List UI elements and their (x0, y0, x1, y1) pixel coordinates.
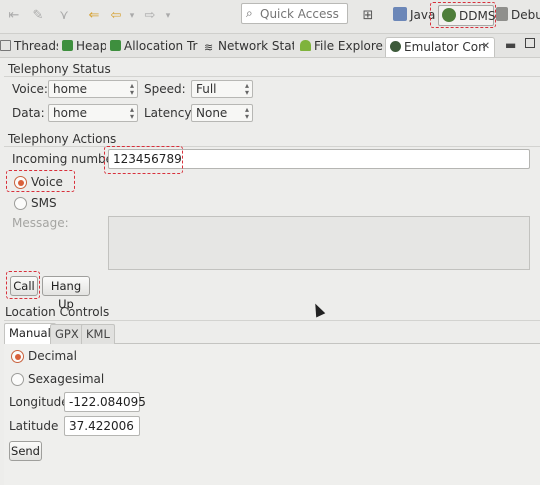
minimize-icon[interactable]: ▬ (505, 38, 516, 52)
data-label: Data: (12, 106, 45, 120)
ddms-perspective-button[interactable]: DDMS (438, 5, 495, 27)
data-status-value: home (53, 106, 88, 120)
back-icon[interactable]: ⇤ (6, 8, 22, 24)
tab-network-statistics[interactable]: ≋ Network Stati (204, 37, 294, 57)
divider (4, 320, 540, 321)
search-icon: ⌕ (246, 6, 253, 20)
view-tab-bar: Threads Heap Allocation Tra ≋ Network Sta… (0, 34, 540, 58)
tab-heap[interactable]: Heap (62, 37, 106, 57)
incoming-number-value: 123456789 (113, 152, 182, 166)
tab-gpx[interactable]: GPX (50, 324, 84, 344)
filter-icon[interactable]: ⋎ (56, 8, 72, 24)
decimal-radio-label: Decimal (28, 349, 77, 363)
divider (4, 146, 540, 147)
sexagesimal-radio-label: Sexagesimal (28, 372, 105, 386)
quick-access-field[interactable]: ⌕ (241, 3, 348, 24)
android-icon (300, 40, 311, 51)
latency-label: Latency: (144, 106, 195, 120)
debug-perspective-button[interactable]: Debug (496, 5, 540, 26)
tab-label: Allocation Tra (124, 39, 198, 53)
speed-value: Full (196, 82, 217, 96)
tab-kml[interactable]: KML (81, 324, 115, 344)
longitude-value: -122.084095 (69, 395, 146, 409)
tab-threads[interactable]: Threads (0, 37, 58, 57)
location-panel (4, 343, 540, 485)
wifi-icon: ≋ (204, 41, 214, 54)
voice-radio-label: Voice (31, 175, 63, 189)
ddms-perspective-label: DDMS (459, 9, 496, 23)
chevron-down-icon[interactable]: ▾ (124, 8, 140, 24)
voice-radio[interactable] (14, 176, 27, 189)
close-icon[interactable]: ✕ (482, 38, 490, 56)
speed-label: Speed: (144, 82, 186, 96)
spinner-icon: ▴ ▾ (244, 105, 249, 121)
longitude-input[interactable]: -122.084095 (64, 392, 146, 412)
spinner-icon: ▴ ▾ (129, 105, 134, 121)
quick-access-input[interactable] (260, 5, 346, 22)
tab-label: Network Stati (218, 39, 294, 53)
java-perspective-icon (393, 7, 407, 21)
ddms-android-icon (442, 8, 456, 22)
incoming-number-label: Incoming number: (12, 152, 122, 166)
open-perspective-icon[interactable]: ⊞ (360, 8, 376, 24)
voice-status-value: home (53, 82, 88, 96)
tab-allocation-tracker[interactable]: Allocation Tra (110, 37, 198, 57)
message-label: Message: (12, 216, 69, 230)
voice-label: Voice: (12, 82, 48, 96)
divider (4, 76, 540, 77)
navigate-back-icon[interactable]: ⇦ (108, 8, 124, 24)
tab-label: Heap (76, 39, 106, 53)
decimal-radio[interactable] (11, 350, 24, 363)
chevron-down-icon[interactable]: ▾ (160, 8, 176, 24)
ddms-perspective-content: DDMS (442, 6, 495, 27)
tab-label: Emulator Con (404, 40, 486, 54)
speed-select[interactable]: Full ▴ ▾ (191, 80, 253, 98)
tab-label: Threads (14, 39, 58, 53)
mouse-pointer-icon (310, 301, 326, 318)
latency-value: None (196, 106, 228, 120)
main-toolbar: ⇤ ✎ ⋎ ⇐ ⇦ ▾ ⇨ ▾ ⌕ ⊞ Java DDMS Debug (0, 0, 540, 34)
voice-status-select[interactable]: home ▴ ▾ (48, 80, 138, 98)
spinner-icon: ▴ ▾ (129, 81, 134, 97)
longitude-label: Longitude (9, 395, 69, 409)
sexagesimal-radio[interactable] (11, 373, 24, 386)
emulator-icon (390, 41, 401, 52)
allocation-icon (110, 40, 121, 51)
hang-up-button[interactable]: Hang Up (42, 276, 90, 311)
tab-manual[interactable]: Manual (4, 323, 56, 344)
latency-select[interactable]: None ▴ ▾ (191, 104, 253, 122)
send-button[interactable]: Send (9, 441, 42, 461)
tab-label: File Explorer (314, 39, 384, 53)
navigate-forward-icon[interactable]: ⇨ (142, 8, 158, 24)
latitude-input[interactable]: 37.422006 (64, 416, 140, 436)
previous-edit-icon[interactable]: ⇐ (86, 8, 102, 24)
debug-perspective-label: Debug (511, 8, 540, 22)
sms-radio-label: SMS (31, 196, 57, 210)
pin-icon[interactable]: ✎ (30, 8, 46, 24)
call-button[interactable]: Call (10, 276, 38, 296)
spinner-icon: ▴ ▾ (244, 81, 249, 97)
java-perspective-button[interactable]: Java (393, 5, 435, 26)
java-perspective-label: Java (410, 8, 436, 22)
tab-emulator-control[interactable]: Emulator Con ✕ (385, 37, 495, 57)
maximize-icon[interactable] (525, 38, 535, 48)
telephony-status-title: Telephony Status (8, 62, 111, 76)
incoming-number-input[interactable]: 123456789 (108, 149, 530, 169)
latitude-label: Latitude (9, 419, 59, 433)
heap-icon (62, 40, 73, 51)
latitude-value: 37.422006 (69, 419, 134, 433)
telephony-actions-title: Telephony Actions (8, 132, 117, 146)
threads-icon (0, 40, 11, 51)
message-textarea[interactable] (108, 216, 530, 270)
data-status-select[interactable]: home ▴ ▾ (48, 104, 138, 122)
location-controls-title: Location Controls (5, 305, 110, 319)
debug-perspective-icon (496, 7, 508, 21)
tab-file-explorer[interactable]: File Explorer (300, 37, 384, 57)
sms-radio[interactable] (14, 197, 27, 210)
